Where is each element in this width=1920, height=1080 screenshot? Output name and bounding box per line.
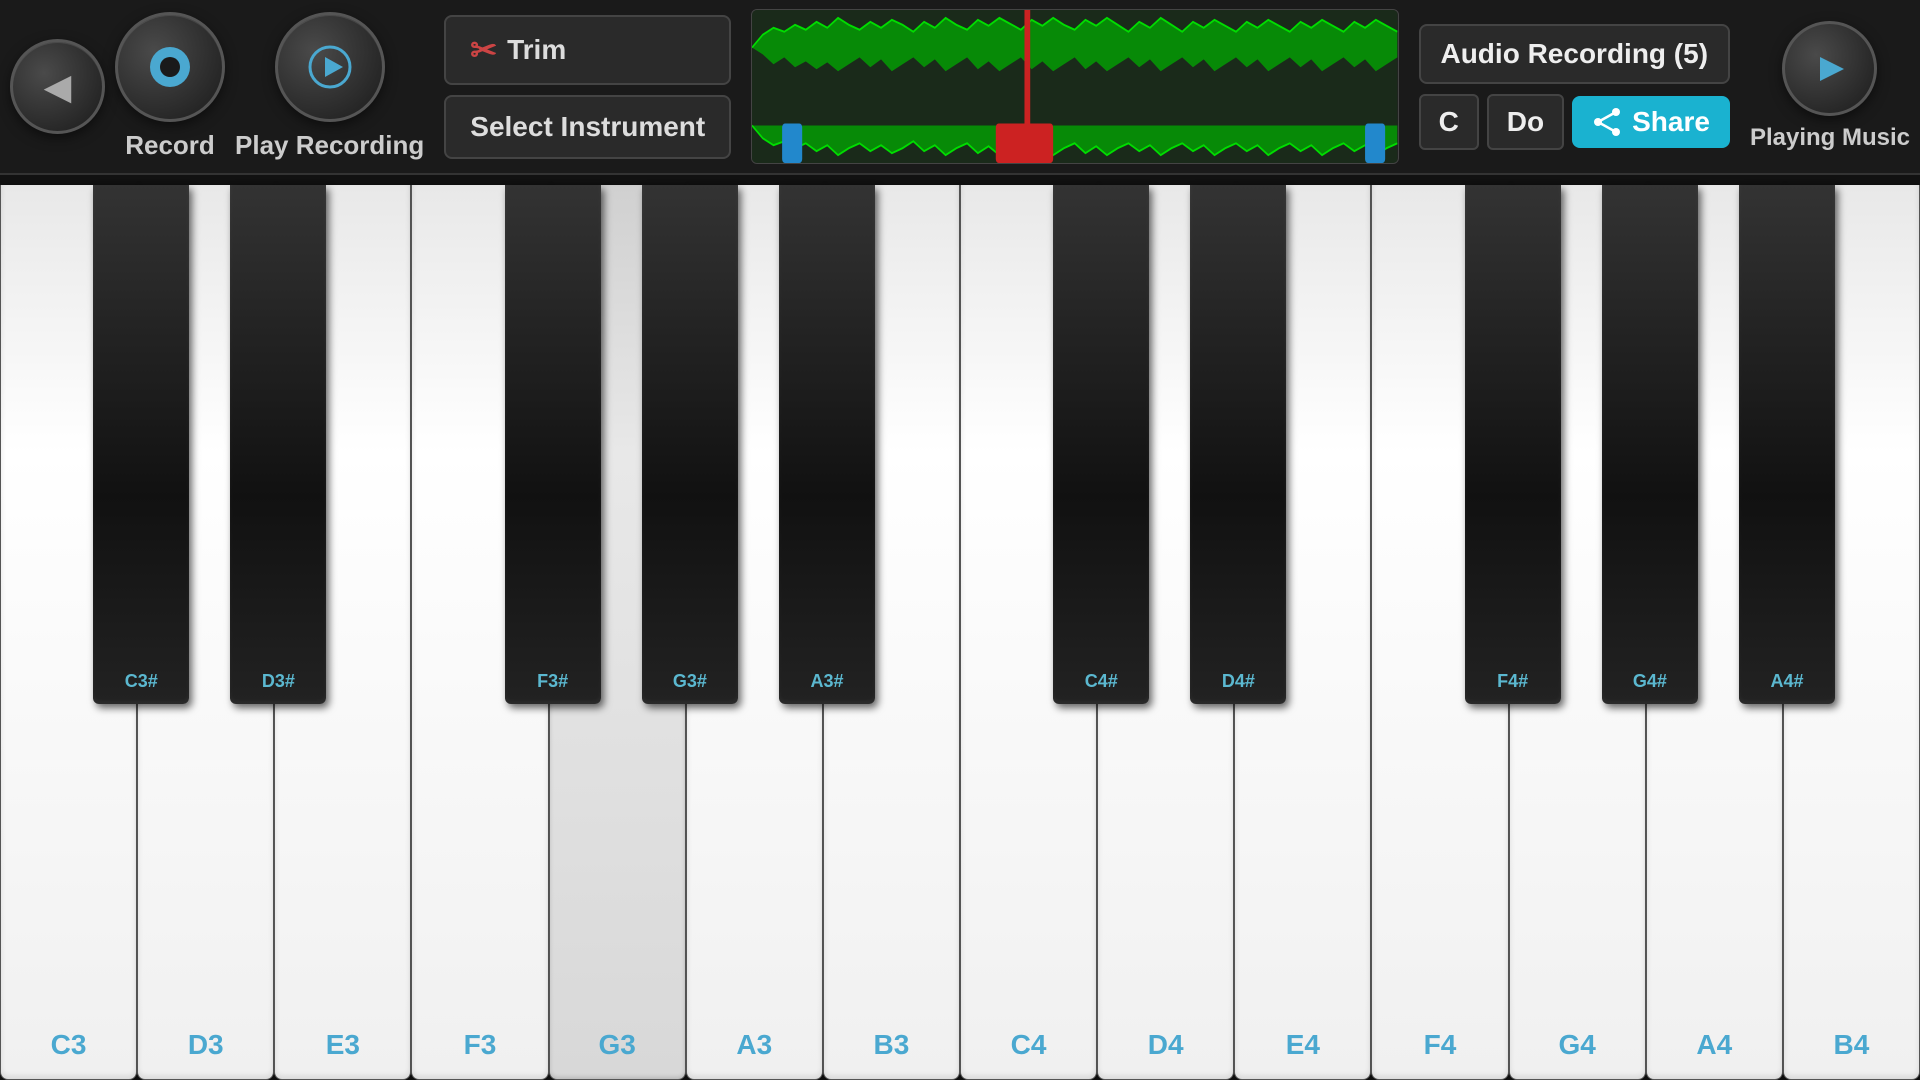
black-key-label: D4# xyxy=(1222,671,1255,692)
record-icon xyxy=(147,44,193,90)
select-instrument-button[interactable]: Select Instrument xyxy=(444,95,731,159)
black-key-g4sharp[interactable]: G4# xyxy=(1602,185,1698,704)
black-key-label: F3# xyxy=(537,671,568,692)
select-instrument-label: Select Instrument xyxy=(470,111,705,143)
note-key-badge: C xyxy=(1419,94,1479,150)
scissors-icon: ✂ xyxy=(470,31,497,69)
black-key-label: C3# xyxy=(125,671,158,692)
right-panel: Audio Recording (5) C Do Share xyxy=(1419,24,1730,150)
back-circle: ◀ xyxy=(10,39,105,134)
waveform-svg xyxy=(752,10,1397,163)
solfege-badge: Do xyxy=(1487,94,1564,150)
white-key-label: F4 xyxy=(1424,1029,1457,1061)
black-key-c3sharp[interactable]: C3# xyxy=(93,185,189,704)
black-key-f4sharp[interactable]: F4# xyxy=(1465,185,1561,704)
white-key-label: B3 xyxy=(874,1029,910,1061)
white-key-label: A3 xyxy=(736,1029,772,1061)
play-recording-label: Play Recording xyxy=(235,130,424,161)
white-key-label: G3 xyxy=(598,1029,635,1061)
audio-recording-title: Audio Recording (5) xyxy=(1419,24,1730,84)
black-key-label: D3# xyxy=(262,671,295,692)
black-key-label: A4# xyxy=(1770,671,1803,692)
black-key-f3sharp[interactable]: F3# xyxy=(505,185,601,704)
white-key-label: B4 xyxy=(1834,1029,1870,1061)
black-key-label: F4# xyxy=(1497,671,1528,692)
black-key-a4sharp[interactable]: A4# xyxy=(1739,185,1835,704)
black-key-c4sharp[interactable]: C4# xyxy=(1053,185,1149,704)
white-key-label: C3 xyxy=(51,1029,87,1061)
white-key-label: A4 xyxy=(1696,1029,1732,1061)
back-button[interactable]: ◀ xyxy=(10,39,105,134)
piano-keys: C3 D3 E3 F3 G3 A3 B3 C4 D4 E4 F4 G4 A4 B4 C3# D3# F3# G3#… xyxy=(0,185,1920,1080)
piano-container: C3 D3 E3 F3 G3 A3 B3 C4 D4 E4 F4 G4 A4 B4 C3# D3# F3# G3#… xyxy=(0,175,1920,1080)
share-button[interactable]: Share xyxy=(1572,96,1730,148)
playing-music-circle xyxy=(1782,21,1877,116)
black-key-g3sharp[interactable]: G3# xyxy=(642,185,738,704)
black-key-label: G3# xyxy=(673,671,707,692)
trim-button[interactable]: ✂ Trim xyxy=(444,15,731,85)
back-icon: ◀ xyxy=(44,66,72,108)
white-key-label: F3 xyxy=(464,1029,497,1061)
white-key-label: D3 xyxy=(188,1029,224,1061)
play-recording-circle xyxy=(275,12,385,122)
record-label: Record xyxy=(125,130,215,161)
share-label: Share xyxy=(1632,106,1710,138)
black-key-label: C4# xyxy=(1085,671,1118,692)
white-key-label: G4 xyxy=(1558,1029,1595,1061)
black-key-d4sharp[interactable]: D4# xyxy=(1190,185,1286,704)
white-key-label: C4 xyxy=(1011,1029,1047,1061)
toolbar: ◀ Record Play Recording ✂ Trim xyxy=(0,0,1920,175)
waveform-display[interactable] xyxy=(751,9,1398,164)
white-key-label: D4 xyxy=(1148,1029,1184,1061)
share-icon xyxy=(1592,107,1622,137)
bottom-row: C Do Share xyxy=(1419,94,1730,150)
play-recording-button[interactable]: Play Recording xyxy=(235,12,424,161)
black-key-a3sharp[interactable]: A3# xyxy=(779,185,875,704)
record-circle xyxy=(115,12,225,122)
playing-music-icon xyxy=(1810,49,1850,89)
black-key-label: A3# xyxy=(810,671,843,692)
play-recording-icon xyxy=(307,44,353,90)
white-key-label: E3 xyxy=(326,1029,360,1061)
record-button[interactable]: Record xyxy=(115,12,225,161)
playing-music-label: Playing Music xyxy=(1750,124,1910,152)
trim-label: Trim xyxy=(507,34,566,66)
black-key-d3sharp[interactable]: D3# xyxy=(230,185,326,704)
playing-music-button[interactable]: Playing Music xyxy=(1750,21,1910,152)
white-key-label: E4 xyxy=(1286,1029,1320,1061)
black-key-label: G4# xyxy=(1633,671,1667,692)
action-buttons: ✂ Trim Select Instrument xyxy=(444,15,731,159)
